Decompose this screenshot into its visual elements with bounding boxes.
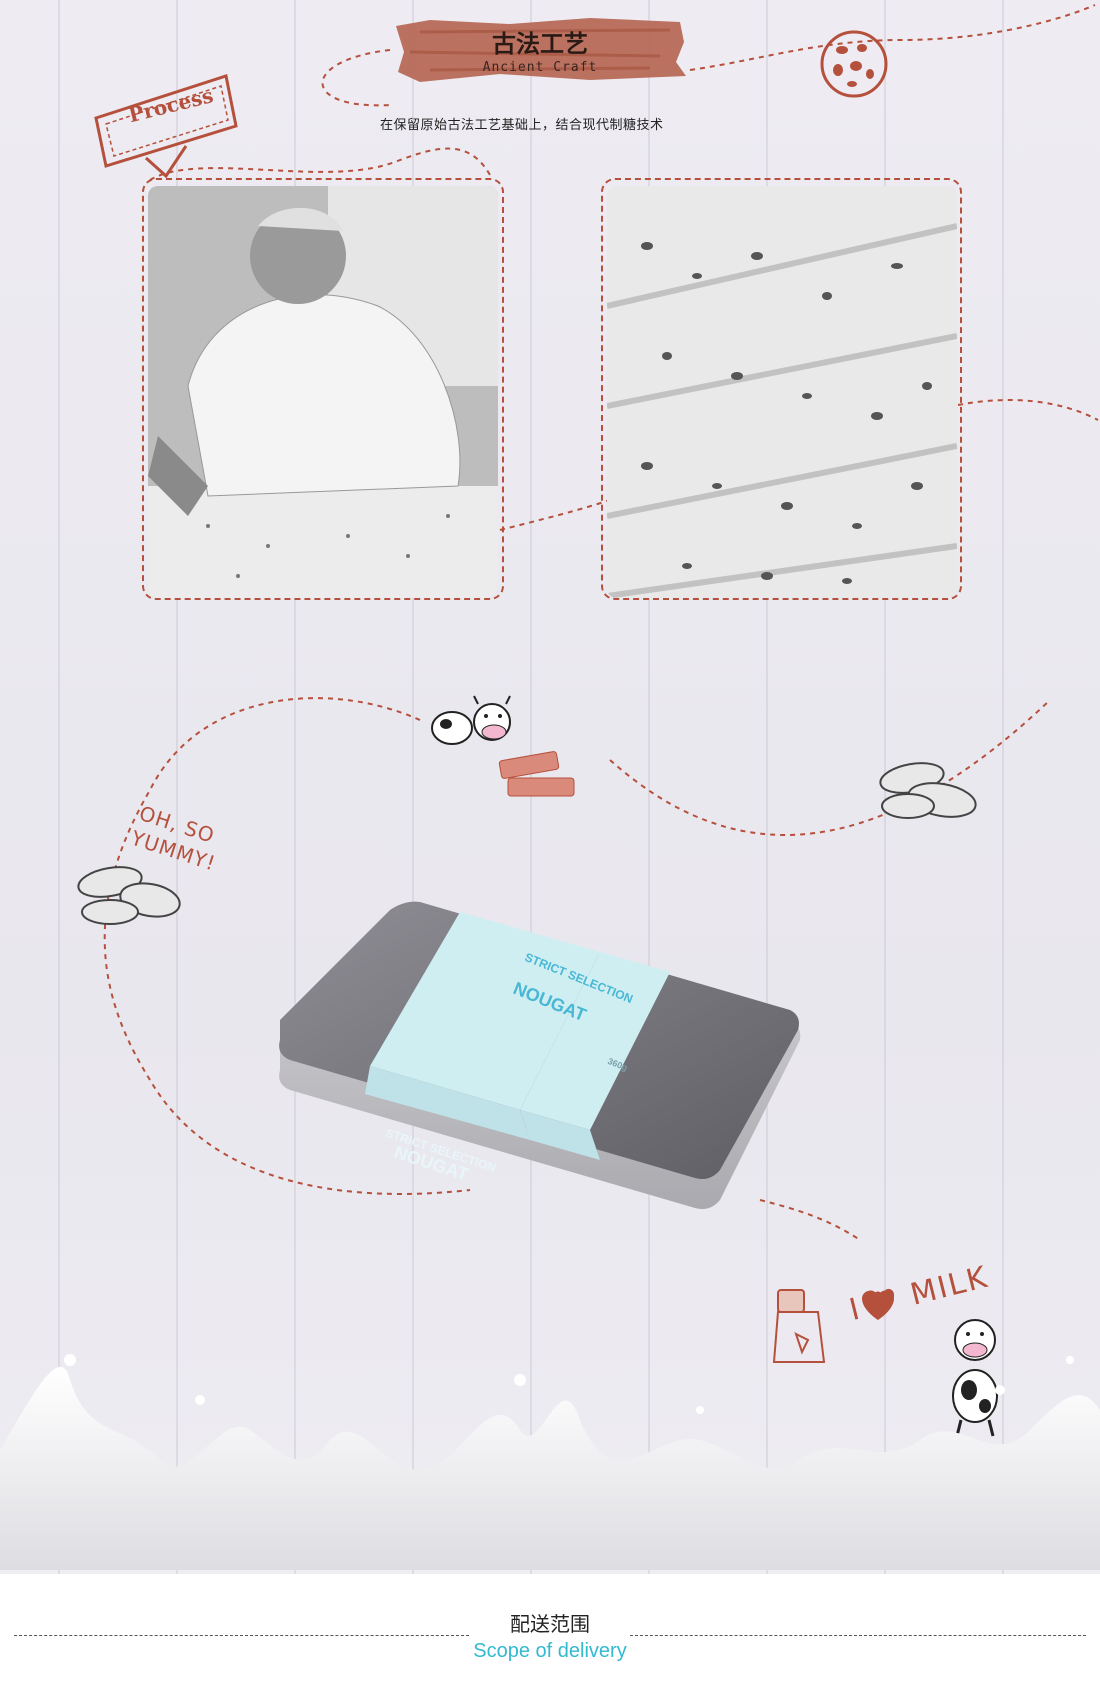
section-title: 古法工艺 bbox=[492, 29, 588, 58]
footer-title: 配送范围 bbox=[510, 1612, 590, 1636]
almond-left-icon bbox=[77, 866, 181, 925]
cow-doodle-icon bbox=[431, 695, 575, 797]
process-stamp: Process bbox=[86, 68, 246, 179]
section-tagline: 在保留原始古法工艺基础上，结合现代制糖技术 bbox=[380, 118, 664, 133]
product-tin-box: STRICT SELECTION NOUGAT 360g STRICT SELE… bbox=[270, 900, 810, 1280]
almond-right-icon bbox=[879, 762, 977, 819]
section-subtitle: Ancient Craft bbox=[482, 60, 598, 75]
chef-making-nougat-photo bbox=[148, 186, 498, 598]
cookie-icon bbox=[820, 30, 888, 98]
milk-splash-decoration bbox=[0, 1354, 1100, 1570]
heading-banner: 古法工艺 Ancient Craft bbox=[390, 12, 690, 84]
nougat-closeup-photo bbox=[607, 186, 957, 598]
footer-subtitle: Scope of delivery bbox=[473, 1640, 627, 1662]
